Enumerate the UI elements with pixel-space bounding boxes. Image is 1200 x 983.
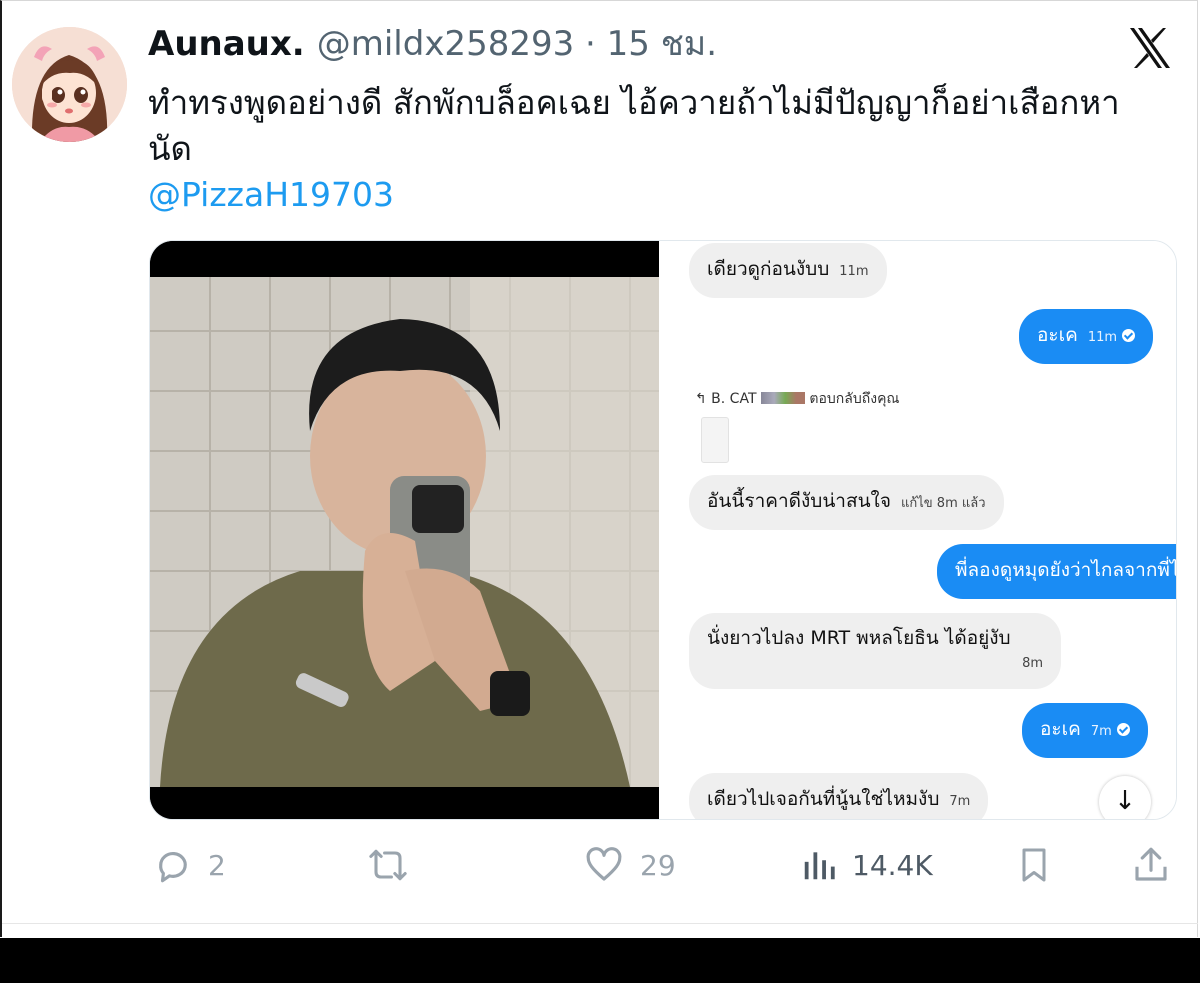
- tweet-actions: 2 29 14.4K: [0, 840, 1200, 890]
- user-handle[interactable]: @mildx258293: [317, 24, 575, 64]
- reply-thumbnail: [701, 417, 729, 463]
- arrow-down-icon: ↓: [1099, 776, 1151, 819]
- bookmark-button[interactable]: [1014, 840, 1054, 890]
- chat-message: นั่งยาวไปลง MRT พหลโยธิน ได้อยู่งับ 8m: [689, 613, 1061, 689]
- reply-context: ↰ B. CAT ตอบกลับถึงคุณ: [695, 391, 900, 407]
- bar-chart-icon: [804, 852, 835, 880]
- reply-count: 2: [208, 848, 226, 882]
- retweet-button[interactable]: [364, 840, 412, 890]
- tweet-header: Aunaux. @mildx258293 · 15 ชม.: [148, 22, 717, 66]
- chat-message: เดียวไปเจอกันที่นู้นใช่ไหมงับ 7m: [689, 773, 989, 819]
- tweet-media[interactable]: เดียวดูก่อนงับบ 11m อะเค 11m ↰ B. CAT ตอบก…: [149, 240, 1177, 820]
- bottom-black-bar: [0, 938, 1200, 983]
- chat-screenshot: เดียวดูก่อนงับบ 11m อะเค 11m ↰ B. CAT ตอบก…: [659, 241, 1176, 819]
- chat-message: เดียวดูก่อนงับบ 11m: [689, 243, 887, 298]
- profile-avatar[interactable]: [12, 27, 127, 142]
- bookmark-icon: [1022, 848, 1046, 882]
- divider: [2, 923, 1198, 924]
- like-button[interactable]: 29: [582, 840, 676, 890]
- retweet-icon: [369, 849, 407, 881]
- display-name[interactable]: Aunaux.: [148, 24, 305, 64]
- mention-link[interactable]: @PizzaH19703: [148, 172, 394, 218]
- mirror-selfie-photo: [150, 241, 659, 819]
- read-check-icon: [1116, 723, 1130, 736]
- chat-message: อะเค 11m: [1019, 309, 1154, 364]
- reply-icon: [159, 852, 187, 883]
- timestamp[interactable]: · 15 ชม.: [585, 24, 717, 64]
- chat-message: อะเค 7m: [1022, 703, 1148, 758]
- heart-icon: [586, 847, 622, 881]
- tweet-text: ทำทรงพูดอย่างดี สักพักบล็อคเฉย ไอ้ควายถ้…: [148, 83, 1120, 168]
- view-count: 14.4K: [852, 848, 933, 882]
- share-button[interactable]: [1130, 840, 1172, 890]
- read-check-icon: [1122, 329, 1136, 342]
- x-logo-icon: [1126, 24, 1174, 72]
- avatar-illustration: [12, 27, 127, 142]
- like-count: 29: [640, 848, 676, 882]
- views-button[interactable]: 14.4K: [800, 840, 933, 890]
- chat-message: อันนี้ราคาดีงับน่าสนใจ แก้ไข 8m แล้ว: [689, 475, 1004, 530]
- share-icon: [1135, 847, 1167, 881]
- emoji-icons: [760, 392, 805, 404]
- reply-button[interactable]: 2: [152, 840, 226, 890]
- chat-message: พี่ลองดูหมุดยังว่าไกลจากพี่ไหม8m: [937, 544, 1176, 599]
